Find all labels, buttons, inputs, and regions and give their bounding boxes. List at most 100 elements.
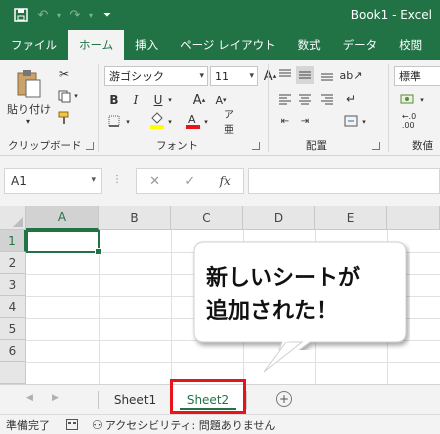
column-header[interactable]: C	[171, 206, 243, 230]
column-header[interactable]	[387, 206, 440, 230]
active-cell[interactable]	[26, 230, 102, 255]
redo-dropdown-icon[interactable]: ▾	[86, 4, 96, 26]
fill-color-icon[interactable]	[148, 110, 166, 132]
fill-color-dropdown-icon[interactable]: ▾	[166, 116, 174, 128]
formula-bar: A1 ▾ ⋮ ✕ ✓ fx	[0, 156, 440, 206]
customize-qat-icon[interactable]: ⏷	[96, 4, 118, 26]
tab-review[interactable]: 校閲	[388, 30, 433, 60]
accessibility-icon[interactable]: ⚇	[92, 418, 103, 432]
redo-icon[interactable]: ↷	[64, 4, 86, 26]
clipboard-launcher-icon[interactable]	[86, 142, 94, 150]
tab-divider	[98, 391, 99, 409]
format-painter-icon[interactable]	[56, 110, 72, 126]
alignment-group-label: 配置	[306, 140, 327, 152]
tab-file[interactable]: ファイル	[0, 30, 68, 60]
number-format-value: 標準	[399, 70, 421, 83]
accounting-format-icon[interactable]	[398, 90, 416, 108]
align-right-icon[interactable]	[318, 90, 336, 108]
align-bottom-icon[interactable]	[318, 66, 336, 84]
row-header[interactable]: 2	[0, 252, 26, 274]
increase-font-icon[interactable]: A ▴	[190, 90, 208, 110]
underline-button[interactable]: U	[150, 90, 166, 110]
drag-handle-icon[interactable]: ⋮	[112, 174, 123, 185]
font-color-icon[interactable]: A	[184, 110, 202, 132]
sheet-tab-sheet1[interactable]: Sheet1	[100, 385, 170, 414]
select-all-button[interactable]	[0, 206, 26, 230]
align-center-icon[interactable]	[296, 90, 314, 108]
number-format-dropdown[interactable]: 標準	[394, 66, 440, 86]
macro-recording-icon[interactable]	[66, 419, 78, 430]
row-header[interactable]: 1	[0, 230, 26, 252]
highlight-box	[170, 379, 246, 414]
merge-center-icon[interactable]	[342, 112, 360, 130]
tab-home[interactable]: ホーム	[68, 30, 125, 60]
font-name-dropdown[interactable]: 游ゴシック ▾	[104, 66, 208, 86]
callout-line-1: 新しいシートが	[206, 266, 361, 291]
font-color-dropdown-icon[interactable]: ▾	[202, 116, 210, 128]
name-box[interactable]: A1 ▾	[4, 168, 102, 194]
row-header[interactable]: 3	[0, 274, 26, 296]
save-icon[interactable]	[10, 4, 32, 26]
cut-icon[interactable]: ✂	[56, 66, 72, 82]
accessibility-status[interactable]: アクセシビリティ: 問題ありません	[105, 417, 276, 433]
alignment-launcher-icon[interactable]	[372, 142, 380, 150]
status-ready: 準備完了	[6, 418, 50, 432]
column-header[interactable]: D	[243, 206, 315, 230]
add-sheet-button[interactable]: +	[276, 391, 292, 407]
italic-button[interactable]: I	[128, 90, 144, 110]
orientation-icon[interactable]: ab↗	[340, 66, 363, 84]
clipboard-group-label: クリップボード	[8, 140, 82, 152]
title-bar: ↶ ▾ ↷ ▾ ⏷ Book1 - Excel	[0, 0, 440, 30]
formula-input[interactable]	[248, 168, 440, 194]
tab-data[interactable]: データ	[332, 30, 389, 60]
row-header[interactable]: 6	[0, 340, 26, 362]
borders-dropdown-icon[interactable]: ▾	[124, 116, 132, 128]
undo-dropdown-icon[interactable]: ▾	[54, 4, 64, 26]
column-header[interactable]: E	[315, 206, 387, 230]
ribbon-tabs: ファイル ホーム 挿入 ページ レイアウト 数式 データ 校閲	[0, 30, 440, 60]
font-launcher-icon[interactable]	[252, 142, 260, 150]
paste-dropdown-icon[interactable]: ▾	[22, 116, 34, 126]
font-group-label: フォント	[156, 140, 198, 152]
align-top-icon[interactable]	[276, 66, 294, 84]
increase-indent-icon[interactable]: ⇥	[296, 112, 314, 130]
tab-page-layout[interactable]: ページ レイアウト	[169, 30, 286, 60]
align-left-icon[interactable]	[276, 90, 294, 108]
cancel-icon[interactable]: ✕	[149, 174, 160, 189]
formula-buttons: ✕ ✓ fx	[136, 168, 244, 194]
merge-dropdown-icon[interactable]: ▾	[360, 116, 368, 128]
bold-button[interactable]: B	[106, 90, 122, 110]
align-middle-icon[interactable]	[296, 66, 314, 84]
enter-icon[interactable]: ✓	[184, 174, 195, 189]
chevron-down-icon: ▾	[199, 71, 204, 81]
underline-dropdown-icon[interactable]: ▾	[166, 94, 174, 106]
paste-icon[interactable]	[14, 68, 44, 100]
decrease-indent-icon[interactable]: ⇤	[276, 112, 294, 130]
column-header[interactable]: B	[99, 206, 171, 230]
tab-formulas[interactable]: 数式	[287, 30, 332, 60]
tab-insert[interactable]: 挿入	[124, 30, 169, 60]
column-header[interactable]: A	[26, 206, 99, 230]
copy-dropdown-icon[interactable]: ▾	[72, 90, 80, 102]
row-header[interactable]: 4	[0, 296, 26, 318]
callout-tail	[263, 340, 304, 373]
tab-divider	[246, 391, 247, 409]
increase-decimal-icon[interactable]: ←.0.00	[398, 112, 420, 130]
wrap-text-icon[interactable]: ↵	[342, 90, 360, 108]
row-header[interactable]	[0, 362, 26, 384]
font-size-dropdown[interactable]: 11 ▾	[210, 66, 258, 86]
insert-function-button[interactable]: fx	[220, 174, 231, 188]
gridline	[171, 230, 172, 384]
borders-icon[interactable]	[106, 112, 122, 130]
status-bar: 準備完了 ⚇ アクセシビリティ: 問題ありません	[0, 414, 440, 434]
row-header[interactable]: 5	[0, 318, 26, 340]
phonetic-icon[interactable]: ア亜	[224, 110, 242, 136]
copy-icon[interactable]	[56, 88, 72, 104]
accounting-dropdown-icon[interactable]: ▾	[418, 94, 426, 106]
font-size-value: 11	[215, 69, 229, 83]
paste-button[interactable]: 貼り付け	[4, 102, 54, 116]
group-divider	[388, 64, 389, 152]
undo-icon[interactable]: ↶	[32, 4, 54, 26]
scroll-right-icon[interactable]: ▶	[52, 393, 59, 403]
scroll-left-icon[interactable]: ◀	[26, 393, 33, 403]
